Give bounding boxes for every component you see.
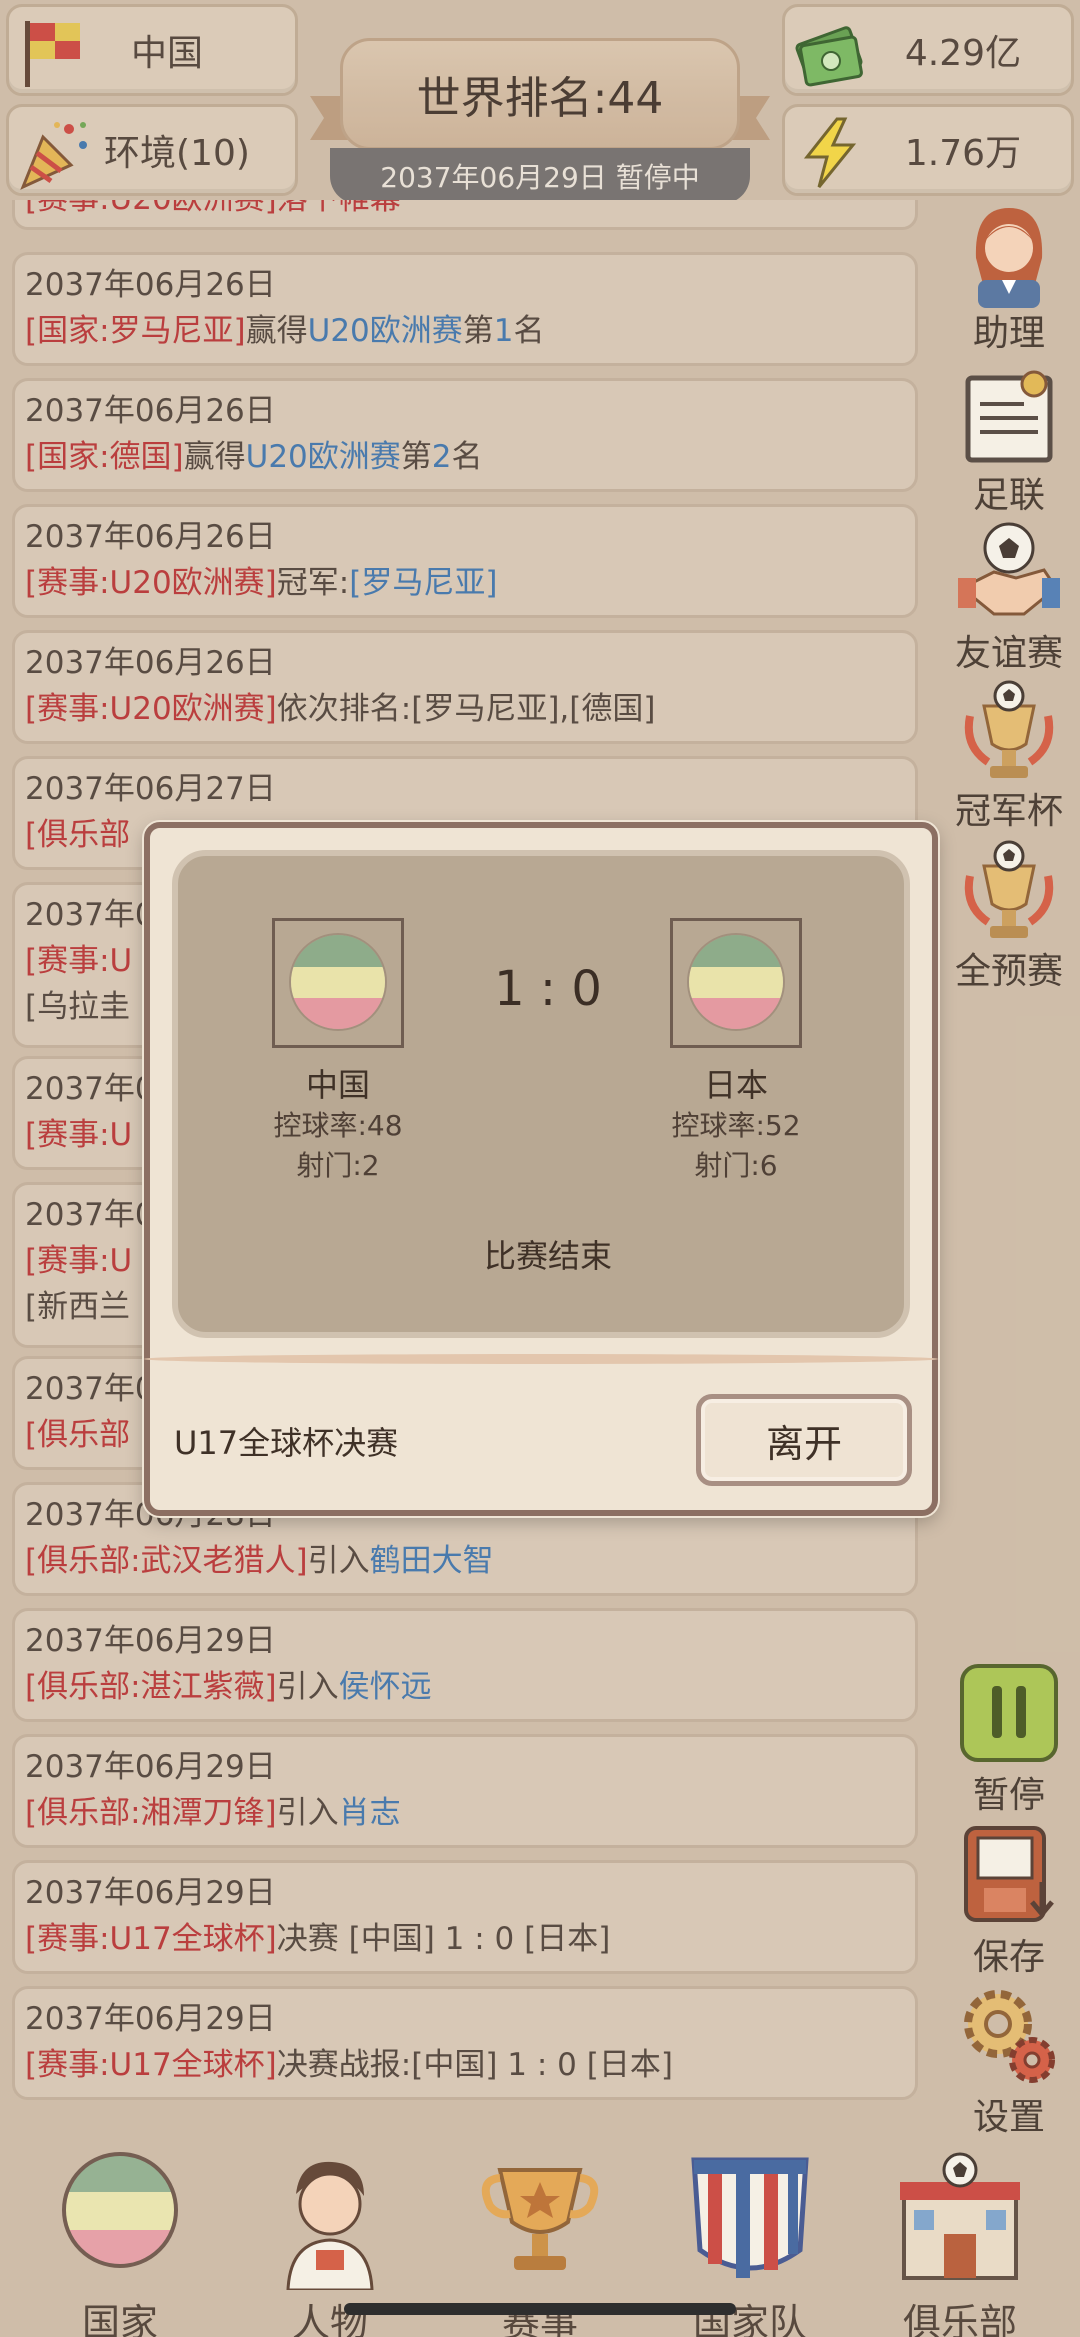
dialog-divider: [144, 1354, 938, 1364]
leave-button[interactable]: 离开: [696, 1394, 912, 1486]
away-team-flag: [670, 918, 802, 1048]
home-shots: 射门:2: [296, 1149, 380, 1182]
match-name: U17全球杯决赛: [174, 1424, 399, 1462]
home-team-flag: [272, 918, 404, 1048]
match-status: 比赛结束: [483, 1237, 612, 1275]
away-team-name: 日本: [703, 1066, 768, 1104]
home-possession: 控球率:48: [273, 1109, 403, 1142]
match-summary-panel: 中国 控球率:48 射门:2 1 : 0 日本 控球率:52 射门:6 比赛结束: [172, 850, 910, 1338]
away-shots: 射门:6: [694, 1149, 778, 1182]
home-team-name: 中国: [305, 1066, 370, 1104]
away-flag-icon: [687, 933, 785, 1031]
home-flag-icon: [289, 933, 387, 1031]
away-possession: 控球率:52: [671, 1109, 801, 1142]
match-score: 1 : 0: [494, 961, 602, 1017]
game-screen: 中国 环境(10) 世界排名:44 2037年06月29日 暂停中 4.29亿 …: [0, 0, 1080, 2337]
match-result-dialog: 中国 控球率:48 射门:2 1 : 0 日本 控球率:52 射门:6 比赛结束…: [144, 822, 938, 1516]
